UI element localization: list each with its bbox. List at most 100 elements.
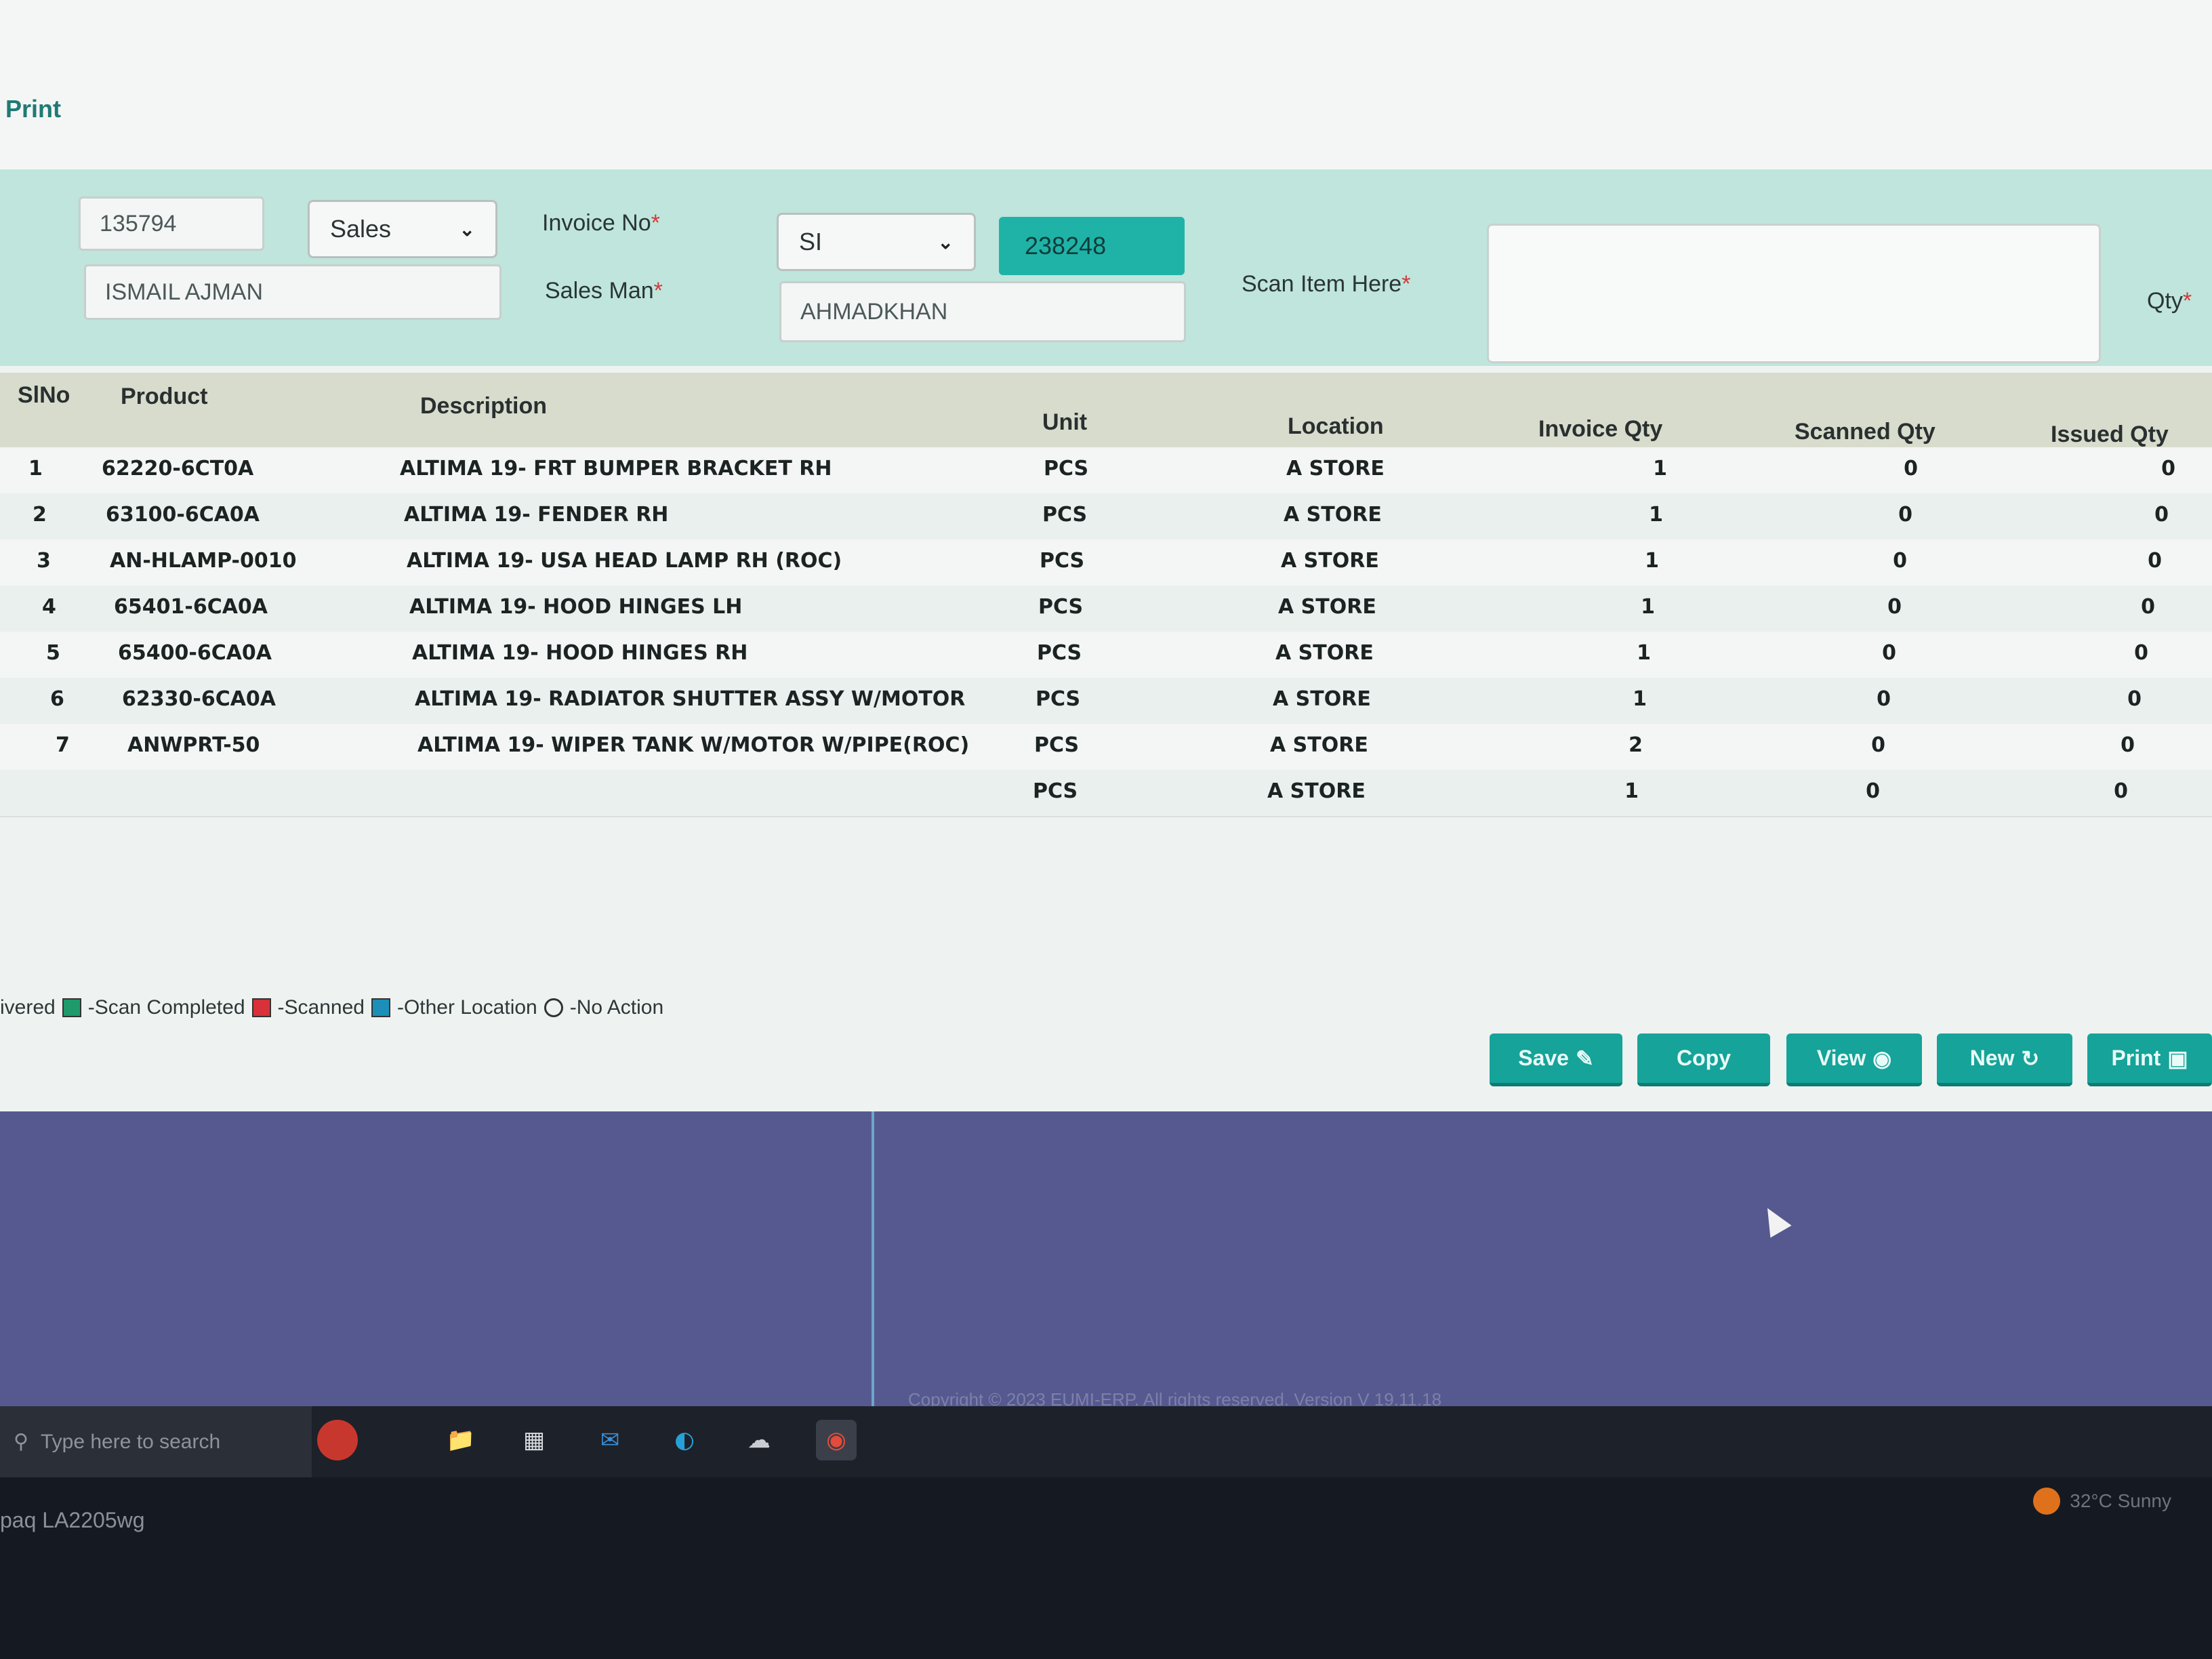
chevron-down-icon: ⌄ <box>937 231 954 253</box>
table-body: 1 62220-6CT0A ALTIMA 19- FRT BUMPER BRAC… <box>0 447 2212 817</box>
cell-slno: 3 <box>37 549 51 573</box>
refresh-icon: ↻ <box>2021 1046 2040 1071</box>
cell-unit: PCS <box>1033 779 1078 803</box>
customer-code-input[interactable]: 135794 <box>79 197 264 251</box>
col-invoice-qty[interactable]: Invoice Qty <box>1538 416 1662 443</box>
table-row[interactable]: 6 62330-6CA0A ALTIMA 19- RADIATOR SHUTTE… <box>0 678 2212 725</box>
weather-text: 32°C Sunny <box>2070 1490 2171 1511</box>
cell-product: 62330-6CA0A <box>122 687 276 711</box>
cell-invoice-qty: 1 <box>1653 457 1667 480</box>
col-issued-qty[interactable]: Issued Qty <box>2051 422 2169 448</box>
customer-name-input[interactable]: ISMAIL AJMAN <box>84 264 501 320</box>
invoice-prefix-select[interactable]: SI ⌄ <box>777 213 976 271</box>
cell-slno: 1 <box>28 457 43 480</box>
cell-location: A STORE <box>1281 549 1379 573</box>
print-link[interactable]: Print <box>5 95 61 123</box>
cell-scanned-qty: 0 <box>1877 687 1891 711</box>
legend-other-location-label: -Other Location <box>396 996 537 1019</box>
scan-item-input[interactable] <box>1487 224 2101 363</box>
cell-location: A STORE <box>1273 687 1371 711</box>
cell-issued-qty: 0 <box>2121 733 2135 757</box>
cell-slno: 4 <box>42 595 56 619</box>
cell-invoice-qty: 1 <box>1633 687 1647 711</box>
col-location[interactable]: Location <box>1288 413 1384 440</box>
app-icon[interactable]: ☁ <box>739 1420 779 1460</box>
legend-no-action-circle <box>544 998 563 1017</box>
cell-location: A STORE <box>1267 779 1366 803</box>
table-row[interactable]: 3 AN-HLAMP-0010 ALTIMA 19- USA HEAD LAMP… <box>0 539 2212 587</box>
edit-icon: ✎ <box>1575 1046 1594 1071</box>
cell-description: ALTIMA 19- HOOD HINGES LH <box>409 595 743 619</box>
table-row[interactable]: 7 ANWPRT-50 ALTIMA 19- WIPER TANK W/MOTO… <box>0 724 2212 771</box>
cell-invoice-qty: 1 <box>1637 641 1651 665</box>
cell-unit: PCS <box>1044 457 1089 480</box>
printer-icon: ▣ <box>2167 1046 2188 1071</box>
cell-unit: PCS <box>1038 595 1084 619</box>
legend-scan-completed-label: -Scan Completed <box>87 996 245 1019</box>
cell-slno: 2 <box>33 503 47 527</box>
col-product[interactable]: Product <box>121 384 207 410</box>
app-window: Print 135794 Sales ⌄ ISMAIL AJMAN Invoic… <box>0 0 2212 1477</box>
table-row[interactable]: 2 63100-6CA0A ALTIMA 19- FENDER RH PCS A… <box>0 493 2212 541</box>
col-scanned-qty[interactable]: Scanned Qty <box>1795 419 1936 445</box>
weather-widget[interactable]: 32°C Sunny <box>2033 1488 2171 1515</box>
panel-divider <box>872 1111 874 1423</box>
cell-description: ALTIMA 19- FENDER RH <box>404 503 669 527</box>
table-row[interactable]: PCS A STORE 1 0 0 <box>0 770 2212 817</box>
cell-issued-qty: 0 <box>2161 457 2175 480</box>
save-button[interactable]: Save ✎ <box>1490 1033 1622 1086</box>
table-row[interactable]: 5 65400-6CA0A ALTIMA 19- HOOD HINGES RH … <box>0 632 2212 679</box>
table-row[interactable]: 4 65401-6CA0A ALTIMA 19- HOOD HINGES LH … <box>0 586 2212 633</box>
cell-unit: PCS <box>1040 549 1085 573</box>
chrome-browser-icon[interactable]: ◉ <box>816 1420 857 1460</box>
cell-invoice-qty: 1 <box>1645 549 1659 573</box>
table-row[interactable]: 1 62220-6CT0A ALTIMA 19- FRT BUMPER BRAC… <box>0 447 2212 495</box>
file-explorer-icon[interactable]: 📁 <box>441 1420 481 1460</box>
cell-scanned-qty: 0 <box>1893 549 1907 573</box>
store-icon[interactable]: ▦ <box>514 1420 554 1460</box>
cell-unit: PCS <box>1042 503 1088 527</box>
cell-location: A STORE <box>1275 641 1374 665</box>
salesman-label: Sales Man* <box>545 278 663 304</box>
sun-icon <box>2033 1488 2061 1515</box>
copy-button[interactable]: Copy <box>1637 1033 1770 1086</box>
legend-delivered-label: ivered <box>0 996 56 1019</box>
cell-scanned-qty: 0 <box>1871 733 1885 757</box>
invoice-number-field[interactable]: 238248 <box>999 217 1185 275</box>
cell-slno: 6 <box>50 687 64 711</box>
view-button[interactable]: View ◉ <box>1786 1033 1922 1086</box>
legend-scanned-label: -Scanned <box>277 996 365 1019</box>
cell-product: 65401-6CA0A <box>114 595 268 619</box>
cell-slno: 5 <box>46 641 60 665</box>
cell-location: A STORE <box>1270 733 1368 757</box>
cell-product: 62220-6CT0A <box>102 457 254 480</box>
cell-issued-qty: 0 <box>2114 779 2128 803</box>
doc-type-value: Sales <box>330 215 392 243</box>
mail-icon[interactable]: ✉ <box>590 1420 630 1460</box>
taskbar-search[interactable]: ⚲ Type here to search <box>0 1406 312 1477</box>
edge-browser-icon[interactable]: ◐ <box>664 1420 705 1460</box>
cell-issued-qty: 0 <box>2134 641 2148 665</box>
cell-description: ALTIMA 19- RADIATOR SHUTTER ASSY W/MOTOR <box>415 687 966 711</box>
news-widget-icon[interactable] <box>317 1420 358 1460</box>
table-header: SlNo Product Description Unit Location I… <box>0 373 2212 449</box>
legend-other-location-swatch <box>371 998 390 1017</box>
cell-product: 65400-6CA0A <box>118 641 272 665</box>
cell-product: AN-HLAMP-0010 <box>110 549 297 573</box>
doc-type-select[interactable]: Sales ⌄ <box>308 200 497 258</box>
col-description[interactable]: Description <box>420 393 547 419</box>
cell-scanned-qty: 0 <box>1898 503 1912 527</box>
col-unit[interactable]: Unit <box>1042 409 1087 436</box>
scan-item-label: Scan Item Here* <box>1242 271 1411 297</box>
page-background <box>0 1111 2212 1423</box>
search-icon: ⚲ <box>14 1431 28 1453</box>
col-slno[interactable]: SlNo <box>18 382 70 409</box>
print-button[interactable]: Print ▣ <box>2087 1033 2212 1086</box>
top-toolbar: Print <box>0 0 2212 171</box>
cell-scanned-qty: 0 <box>1866 779 1880 803</box>
cell-unit: PCS <box>1037 641 1082 665</box>
cell-description: ALTIMA 19- USA HEAD LAMP RH (ROC) <box>407 549 842 573</box>
salesman-input[interactable]: AHMADKHAN <box>779 281 1186 342</box>
new-button[interactable]: New ↻ <box>1937 1033 2072 1086</box>
cell-unit: PCS <box>1036 687 1081 711</box>
